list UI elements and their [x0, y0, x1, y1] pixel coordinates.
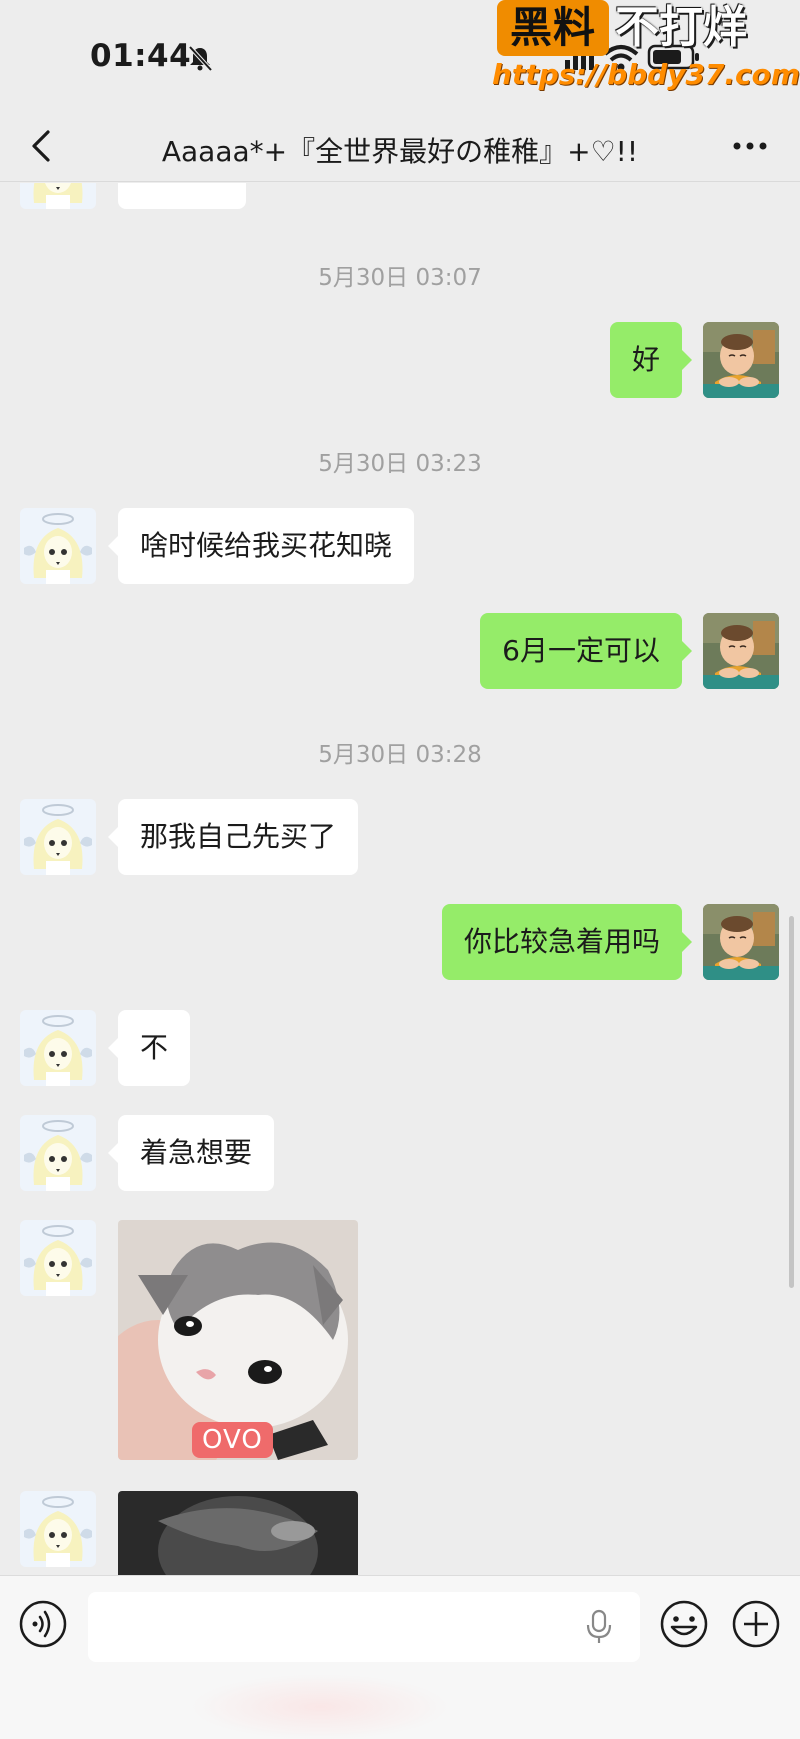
bell-slash-icon — [188, 45, 213, 72]
watermark-title: 不打烊 — [615, 2, 747, 53]
kitten-photo-dark — [118, 1491, 358, 1575]
contact-avatar[interactable] — [20, 1010, 96, 1086]
image-caption-badge: OVO — [192, 1422, 273, 1458]
message-bubble-incoming[interactable]: 是没用 — [118, 183, 247, 209]
message-timestamp: 5月30日 03:28 — [318, 742, 482, 768]
contact-avatar[interactable] — [20, 1115, 96, 1191]
my-avatar[interactable] — [703, 613, 779, 689]
image-message[interactable]: OVO — [118, 1220, 358, 1460]
watermark-badge: 黑料 — [497, 0, 609, 56]
message-timestamp: 5月30日 03:23 — [318, 451, 482, 477]
message-bubble-outgoing[interactable]: 好 — [609, 322, 693, 398]
status-time: 01:44 — [90, 38, 192, 74]
my-avatar[interactable] — [703, 904, 779, 980]
microphone-icon[interactable] — [583, 1609, 615, 1645]
contact-avatar[interactable] — [20, 508, 96, 584]
contact-avatar[interactable] — [20, 183, 96, 209]
message-bubble-outgoing[interactable]: 你比较急着用吗 — [441, 904, 693, 980]
voice-icon[interactable] — [18, 1599, 68, 1649]
home-indicator — [190, 1674, 450, 1739]
message-list[interactable]: 是没用 5月30日 03:07 好 5月30日 03:23 啥时候给我买花知晓 … — [0, 183, 800, 1575]
input-bar — [0, 1575, 800, 1739]
chat-header: Aaaaa*+『全世界最好の稚稚』+♡!! — [0, 110, 800, 182]
chat-title: Aaaaa*+『全世界最好の稚稚』+♡!! — [161, 135, 639, 168]
emoji-icon[interactable] — [659, 1599, 709, 1649]
plus-circle-icon[interactable] — [731, 1599, 781, 1649]
contact-avatar[interactable] — [20, 799, 96, 875]
contact-avatar[interactable] — [20, 1220, 96, 1296]
scrollbar[interactable] — [789, 916, 794, 1288]
contact-avatar[interactable] — [20, 1491, 96, 1567]
message-input[interactable] — [88, 1592, 640, 1662]
message-bubble-incoming[interactable]: 不 — [107, 1010, 191, 1086]
my-avatar[interactable] — [703, 322, 779, 398]
message-bubble-incoming[interactable]: 啥时候给我买花知晓 — [107, 508, 415, 584]
message-timestamp: 5月30日 03:07 — [318, 265, 482, 291]
message-bubble-incoming[interactable]: 着急想要 — [107, 1115, 275, 1191]
message-bubble-incoming[interactable]: 那我自己先买了 — [107, 799, 359, 875]
more-dots-icon[interactable] — [725, 128, 775, 164]
message-bubble-outgoing[interactable]: 6月一定可以 — [480, 613, 692, 689]
image-message[interactable] — [118, 1491, 358, 1575]
chevron-left-icon[interactable] — [26, 126, 58, 166]
watermark-url: https://bbdy37.com — [492, 58, 800, 91]
